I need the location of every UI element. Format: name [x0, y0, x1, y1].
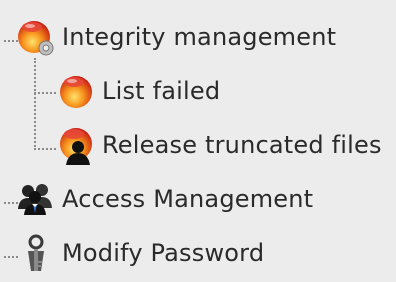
- tree-item-label: Access Management: [62, 185, 314, 213]
- tree-item-release-truncated-files[interactable]: Release truncated files: [56, 124, 382, 166]
- tree-item-label: Modify Password: [62, 239, 265, 267]
- integrity-orb-icon: [16, 17, 56, 57]
- tree-item-list-failed[interactable]: List failed: [56, 70, 220, 112]
- tree-connector: [34, 148, 56, 150]
- tree-item-label: Integrity management: [62, 23, 337, 51]
- flame-orb-icon: [56, 71, 96, 111]
- tree-item-label: List failed: [102, 77, 221, 105]
- tree-item-modify-password[interactable]: Modify Password: [16, 232, 264, 274]
- tree-item-access-management[interactable]: Access Management: [16, 178, 313, 220]
- tree-connector: [34, 58, 36, 150]
- tree-connector: [34, 92, 56, 94]
- tree-item-label: Release truncated files: [102, 131, 382, 159]
- navigation-tree: Integrity management List failed Release…: [0, 0, 396, 282]
- user-flame-orb-icon: [56, 125, 96, 165]
- users-group-icon: [16, 179, 56, 219]
- tree-item-integrity-management[interactable]: Integrity management: [16, 16, 336, 58]
- key-person-icon: [16, 233, 56, 273]
